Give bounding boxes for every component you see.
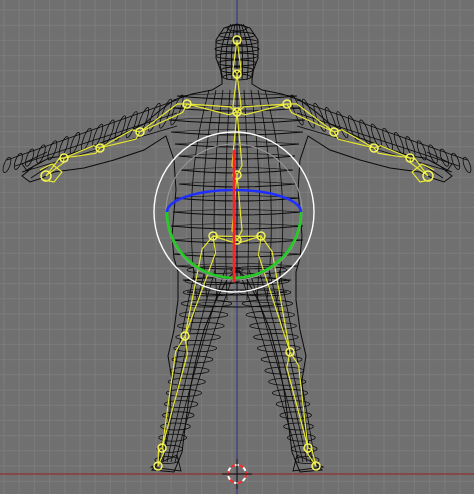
3d-viewport[interactable] bbox=[0, 0, 474, 494]
3d-cursor[interactable] bbox=[0, 0, 474, 494]
